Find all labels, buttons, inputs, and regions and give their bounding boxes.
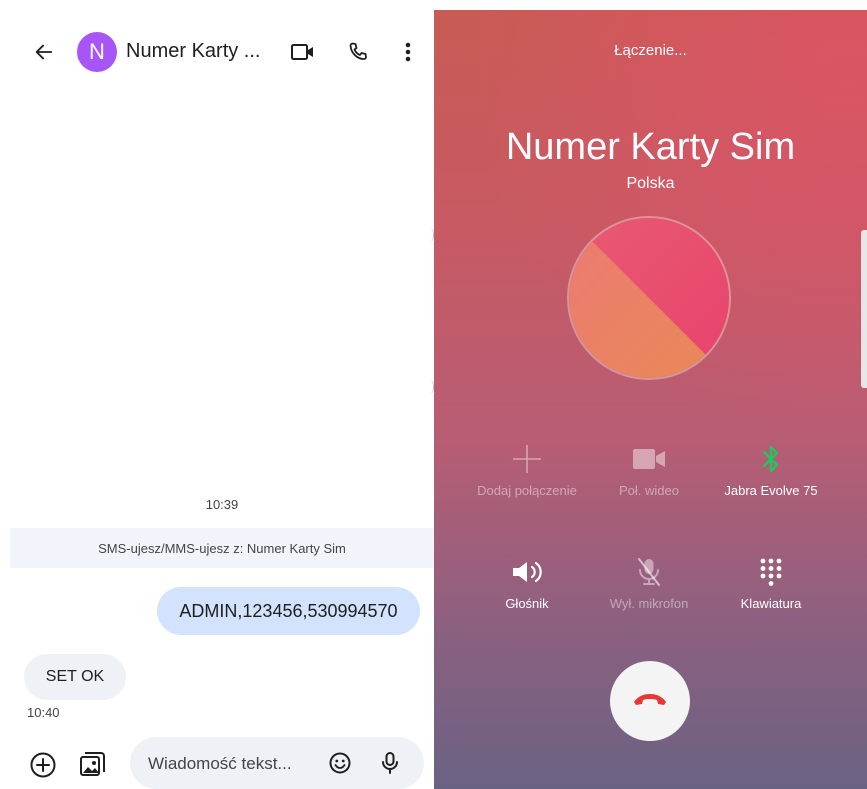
end-call-button[interactable]	[610, 661, 690, 741]
video-call-icon[interactable]	[289, 38, 317, 66]
video-icon	[584, 442, 714, 476]
mic-icon[interactable]	[378, 751, 402, 775]
dialpad-button[interactable]: Klawiatura	[706, 555, 836, 612]
incoming-message[interactable]: SET OK	[24, 654, 126, 700]
call-screen: Łączenie... Numer Karty Sim Polska Dodaj…	[434, 10, 867, 789]
compose-placeholder[interactable]: Wiadomość tekst...	[148, 754, 292, 774]
mute-button[interactable]: Wył. mikrofon	[584, 555, 714, 612]
speaker-label: Głośnik	[505, 596, 549, 611]
dialpad-label: Klawiatura	[740, 596, 802, 611]
dialpad-icon	[706, 555, 836, 589]
add-circle-icon[interactable]	[28, 750, 58, 780]
video-call-label: Poł. wideo	[619, 483, 679, 498]
back-arrow-icon[interactable]	[30, 38, 58, 66]
speaker-button[interactable]: Głośnik	[462, 555, 592, 612]
gallery-icon[interactable]	[77, 750, 107, 780]
messages-panel: N Numer Karty ... 10:39 SMS-ujesz/MMS-uj…	[0, 0, 434, 789]
contact-name[interactable]: Numer Karty ...	[126, 40, 260, 63]
caller-country: Polska	[626, 175, 675, 192]
bluetooth-button[interactable]: Jabra Evolve 75	[706, 442, 836, 499]
video-call-button[interactable]: Poł. wideo	[584, 442, 714, 499]
outgoing-message[interactable]: ADMIN,123456,530994570	[157, 587, 420, 635]
mute-label: Wył. mikrofon	[609, 596, 689, 611]
conversation-timestamp: 10:39	[205, 497, 239, 512]
add-icon	[462, 442, 592, 476]
hang-up-icon	[632, 691, 668, 712]
phone-icon[interactable]	[344, 38, 372, 66]
side-handle[interactable]	[861, 230, 867, 388]
speaker-icon	[462, 555, 592, 589]
mic-off-icon	[584, 555, 714, 589]
conversation-header: N Numer Karty ...	[0, 0, 434, 100]
caller-name: Numer Karty Sim	[505, 126, 796, 168]
sms-info-banner: SMS-ujesz/MMS-ujesz z: Numer Karty Sim	[10, 528, 434, 568]
emoji-icon[interactable]	[328, 751, 352, 775]
more-vert-icon[interactable]	[394, 38, 422, 66]
incoming-message-time: 10:40	[27, 705, 60, 720]
contact-avatar[interactable]: N	[77, 32, 117, 72]
add-call-button[interactable]: Dodaj połączenie	[462, 442, 592, 499]
message-compose-field[interactable]: Wiadomość tekst...	[130, 737, 424, 789]
bluetooth-label: Jabra Evolve 75	[724, 483, 818, 498]
bluetooth-icon	[706, 442, 836, 476]
add-call-label: Dodaj połączenie	[477, 483, 577, 498]
caller-avatar	[567, 216, 731, 380]
call-status: Łączenie...	[614, 42, 687, 59]
